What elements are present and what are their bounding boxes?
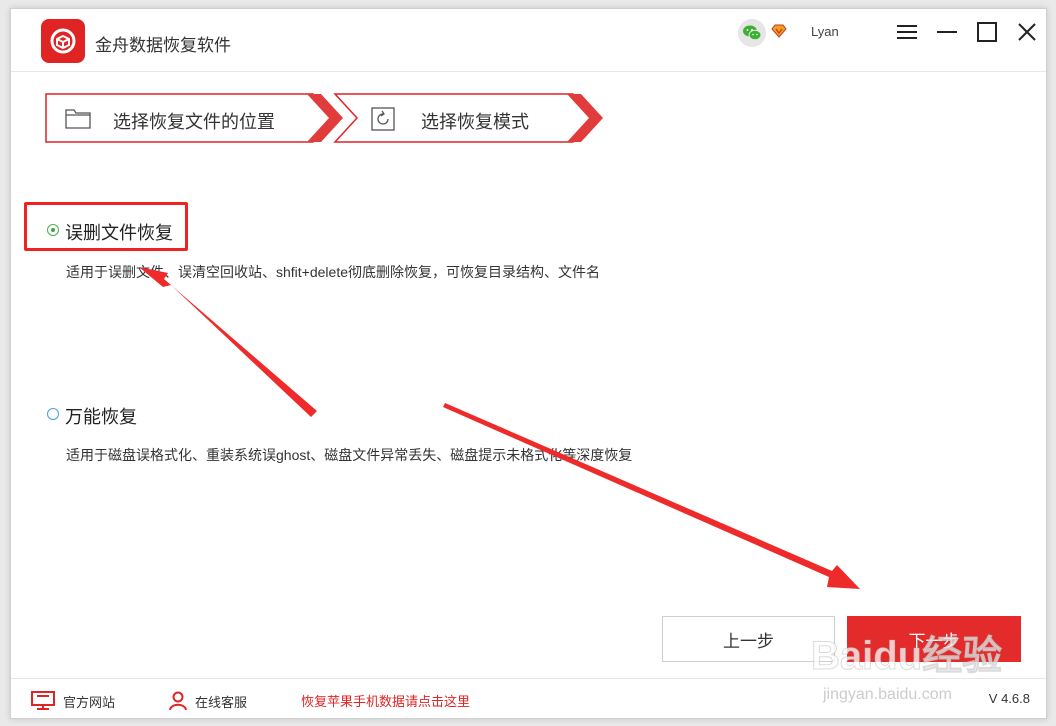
step-1-label: 选择恢复文件的位置 xyxy=(113,112,275,132)
watermark-brand: Baidu经验 xyxy=(811,634,1002,678)
close-icon[interactable] xyxy=(1014,19,1040,45)
monitor-icon xyxy=(31,691,55,710)
maximize-icon[interactable] xyxy=(974,19,1000,45)
app-logo-icon xyxy=(41,19,85,63)
watermark-url: jingyan.baidu.com xyxy=(822,686,952,703)
restore-icon xyxy=(371,107,395,136)
option-deleted-radio[interactable] xyxy=(47,224,59,236)
minimize-icon[interactable] xyxy=(934,19,960,45)
app-title: 金舟数据恢复软件 xyxy=(95,36,231,55)
menu-icon[interactable] xyxy=(894,19,920,45)
apple-recovery-link[interactable]: 恢复苹果手机数据请点击这里 xyxy=(301,691,470,710)
step-2-label: 选择恢复模式 xyxy=(421,112,529,132)
option-universal-radio[interactable] xyxy=(47,408,59,420)
baidu-watermark: Baidu经验 jingyan.baidu.com xyxy=(811,627,1011,712)
option-universal-title[interactable]: 万能恢复 xyxy=(65,403,137,429)
option-deleted-title[interactable]: 误删文件恢复 xyxy=(65,219,173,245)
option-universal-desc: 适用于磁盘误格式化、重装系统误ghost、磁盘文件异常丢失、磁盘提示未格式化等深… xyxy=(66,447,633,463)
app-window: 金舟数据恢复软件 Lyan 选择恢复文件的位置 选择恢复模式 误删文件恢复 适用… xyxy=(10,8,1047,719)
online-service-label: 在线客服 xyxy=(195,694,248,710)
arrow-to-option xyxy=(139,267,317,417)
vip-badge-icon[interactable] xyxy=(771,24,787,38)
wechat-icon[interactable] xyxy=(738,19,766,47)
username[interactable]: Lyan xyxy=(811,24,839,39)
folder-icon xyxy=(65,107,91,134)
title-bar: 金舟数据恢复软件 Lyan xyxy=(11,9,1046,72)
online-service-link[interactable]: 在线客服 xyxy=(169,691,247,711)
step-indicator: 选择恢复文件的位置 选择恢复模式 xyxy=(45,93,615,143)
arrow-to-next-button xyxy=(443,403,860,589)
option-deleted-desc: 适用于误删文件、误清空回收站、shfit+delete彻底删除恢复，可恢复目录结… xyxy=(66,264,600,280)
user-service-icon xyxy=(169,691,187,711)
official-site-label: 官方网站 xyxy=(63,694,116,710)
official-site-link[interactable]: 官方网站 xyxy=(31,691,115,711)
prev-step-button[interactable]: 上一步 xyxy=(662,616,835,662)
